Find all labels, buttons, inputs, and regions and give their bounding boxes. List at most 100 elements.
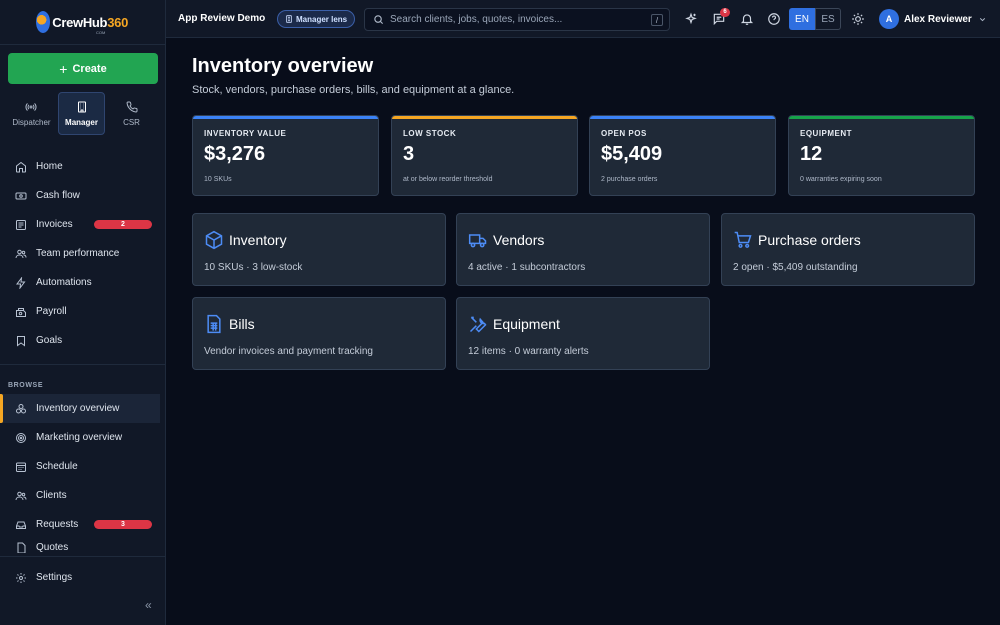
sparkle-icon[interactable] <box>684 12 698 26</box>
card-desc: 12 items · 0 warranty alerts <box>468 346 589 357</box>
role-manager[interactable]: Manager <box>57 92 106 135</box>
sidebar-item-automations[interactable]: Automations <box>0 268 166 297</box>
global-search[interactable]: / <box>364 8 670 31</box>
inbox-icon <box>16 521 26 529</box>
stat-note: 2 purchase orders <box>601 176 658 183</box>
lang-es-button[interactable]: ES <box>815 8 841 30</box>
app-root: CrewHub360 COM + Create Dispatcher Manag… <box>0 0 1000 625</box>
stat-card-equipment: EQUIPMENT 12 0 warranties expiring soon <box>788 115 975 196</box>
settings-area: Settings <box>0 563 166 592</box>
logo-sub: COM <box>96 30 106 35</box>
sidebar-item-marketing-overview[interactable]: Marketing overview <box>0 423 166 452</box>
sidebar-item-goals[interactable]: Goals <box>0 326 166 355</box>
payroll-icon <box>16 307 26 317</box>
sidebar-item-label: Schedule <box>36 461 78 472</box>
sidebar-item-settings[interactable]: Settings <box>0 563 166 592</box>
stat-value: 3 <box>403 143 415 165</box>
plus-icon: + <box>59 60 68 77</box>
sidebar-item-clients[interactable]: Clients <box>0 481 166 510</box>
sidebar-item-label: Goals <box>36 335 63 346</box>
card-title: Vendors <box>493 232 545 248</box>
page-title: Inventory overview <box>192 55 374 77</box>
browse-section-label: BROWSE <box>8 382 44 389</box>
stat-note: 10 SKUs <box>204 176 232 183</box>
quote-icon <box>17 542 26 553</box>
main-content: Inventory overview Stock, vendors, purch… <box>166 38 1000 625</box>
stat-label: LOW STOCK <box>403 129 457 138</box>
logo-text: CrewHub360 <box>52 14 128 30</box>
sidebar-item-label: Clients <box>36 490 67 501</box>
stat-note: at or below reorder threshold <box>403 176 493 183</box>
sidebar-item-requests[interactable]: Requests 3 <box>0 510 166 539</box>
card-inventory[interactable]: Inventory 10 SKUs · 3 low-stock <box>192 213 446 286</box>
divider <box>0 364 166 365</box>
card-bills[interactable]: Bills Vendor invoices and payment tracki… <box>192 297 446 370</box>
stat-value: $5,409 <box>601 143 663 165</box>
divider <box>0 44 166 45</box>
role-csr[interactable]: CSR <box>108 92 155 135</box>
box-icon <box>204 230 224 250</box>
sidebar-item-inventory-overview[interactable]: Inventory overview <box>0 394 160 423</box>
app-title: App Review Demo <box>178 13 266 24</box>
collapse-sidebar-icon[interactable]: « <box>145 598 152 612</box>
sidebar-item-payroll[interactable]: Payroll <box>0 297 166 326</box>
role-label: Manager <box>65 117 98 127</box>
search-shortcut-key: / <box>651 14 663 26</box>
count-badge: 2 <box>94 220 152 229</box>
chevron-down-icon <box>979 17 985 21</box>
card-desc: Vendor invoices and payment tracking <box>204 346 373 357</box>
brand-logo[interactable]: CrewHub360 COM <box>36 9 128 35</box>
home-icon <box>16 161 26 172</box>
card-vendors[interactable]: Vendors 4 active · 1 subcontractors <box>456 213 710 286</box>
sidebar-item-quotes[interactable]: Quotes <box>0 539 166 553</box>
truck-icon <box>468 230 488 250</box>
sidebar-item-label: Team performance <box>36 248 120 259</box>
sidebar-item-label: Home <box>36 161 63 172</box>
messages-icon[interactable]: 6 <box>712 8 730 26</box>
stat-value: $3,276 <box>204 143 266 165</box>
help-icon[interactable] <box>767 12 781 26</box>
stat-card-inventory-value: INVENTORY VALUE $3,276 10 SKUs <box>192 115 379 196</box>
logo-mark-icon <box>36 11 51 33</box>
card-purchase-orders[interactable]: Purchase orders 2 open · $5,409 outstand… <box>721 213 975 286</box>
main-nav: Home Cash flow Invoices 2 Team performan… <box>0 152 166 355</box>
stat-accent-bar <box>193 116 378 119</box>
role-label: Dispatcher <box>12 117 51 127</box>
search-input[interactable] <box>390 14 640 25</box>
divider <box>0 556 166 557</box>
stat-card-low-stock: LOW STOCK 3 at or below reorder threshol… <box>391 115 578 196</box>
sidebar-item-team-performance[interactable]: Team performance <box>0 239 166 268</box>
topbar: App Review Demo Manager lens / 6 EN ES <box>166 0 1000 38</box>
card-equipment[interactable]: Equipment 12 items · 0 warranty alerts <box>456 297 710 370</box>
invoice-icon <box>16 219 26 230</box>
role-switcher: Dispatcher Manager CSR <box>8 92 158 135</box>
page-subtitle: Stock, vendors, purchase orders, bills, … <box>192 84 515 96</box>
team-icon <box>15 249 27 258</box>
sidebar-item-label: Quotes <box>36 542 69 553</box>
sidebar-item-label: Settings <box>36 572 73 583</box>
manager-lens-button[interactable]: Manager lens <box>277 10 356 28</box>
create-label: Create <box>72 62 107 75</box>
user-menu[interactable]: A Alex Reviewer <box>879 9 987 29</box>
sidebar: CrewHub360 COM + Create Dispatcher Manag… <box>0 0 166 625</box>
goal-icon <box>17 335 25 346</box>
target-icon <box>16 432 26 443</box>
lang-en-button[interactable]: EN <box>789 8 815 30</box>
cart-icon <box>733 230 753 250</box>
bell-icon[interactable] <box>740 12 754 26</box>
role-dispatcher[interactable]: Dispatcher <box>8 92 55 135</box>
create-button[interactable]: + Create <box>8 53 158 84</box>
card-desc: 2 open · $5,409 outstanding <box>733 262 858 273</box>
sidebar-item-cash-flow[interactable]: Cash flow <box>0 181 166 210</box>
sun-icon[interactable] <box>851 12 865 26</box>
sidebar-item-invoices[interactable]: Invoices 2 <box>0 210 166 239</box>
sidebar-item-schedule[interactable]: Schedule <box>0 452 166 481</box>
browse-nav: Inventory overview Marketing overview Sc… <box>0 394 166 553</box>
stat-note: 0 warranties expiring soon <box>800 176 882 183</box>
sidebar-item-home[interactable]: Home <box>0 152 166 181</box>
user-name: Alex Reviewer <box>904 13 972 25</box>
messages-badge: 6 <box>720 8 730 17</box>
count-badge: 3 <box>94 520 152 529</box>
tools-icon <box>468 314 488 334</box>
stat-accent-bar <box>392 116 577 119</box>
